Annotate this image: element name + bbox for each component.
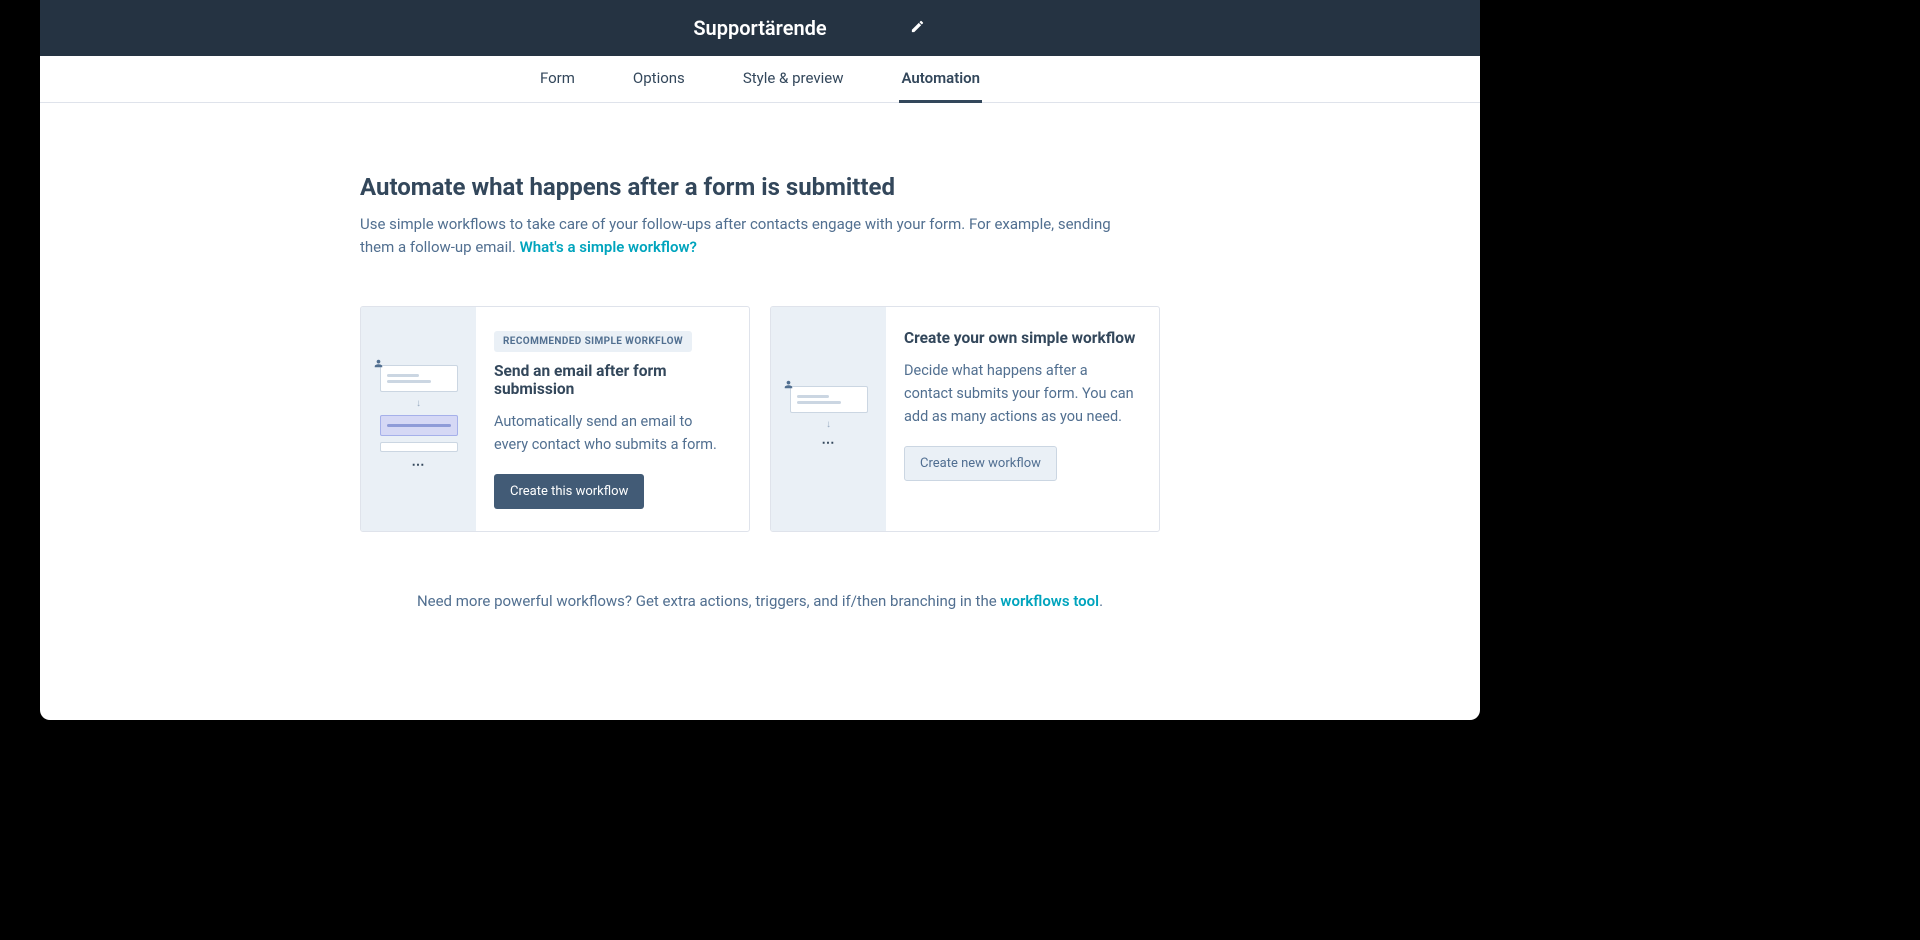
recommended-badge: RECOMMENDED SIMPLE WORKFLOW — [494, 331, 692, 352]
card-description: Decide what happens after a contact subm… — [904, 359, 1139, 429]
tab-form[interactable]: Form — [538, 56, 577, 103]
card-title: Send an email after form submission — [494, 362, 729, 398]
simple-workflow-help-link[interactable]: What's a simple workflow? — [520, 238, 697, 256]
create-this-workflow-button[interactable]: Create this workflow — [494, 474, 644, 509]
content-area: Automate what happens after a form is su… — [40, 103, 1480, 650]
dots-icon: ⋯ — [412, 458, 426, 473]
tabs-bar: Form Options Style & preview Automation — [40, 56, 1480, 103]
arrow-down-icon: ↓ — [416, 398, 421, 409]
form-title: Supportärende — [693, 16, 826, 40]
card-illustration: ↓ ⋯ — [361, 307, 476, 531]
tab-options[interactable]: Options — [631, 56, 687, 103]
page-title: Automate what happens after a form is su… — [360, 173, 1160, 201]
card-title: Create your own simple workflow — [904, 329, 1139, 347]
user-icon — [374, 359, 383, 371]
card-description: Automatically send an email to every con… — [494, 410, 729, 456]
form-editor-window: Supportärende Form Options Style & previ… — [40, 0, 1480, 720]
tab-automation[interactable]: Automation — [899, 56, 982, 103]
edit-title-icon[interactable] — [910, 19, 925, 38]
card-illustration: ↓ ⋯ — [771, 307, 886, 531]
tab-style-preview[interactable]: Style & preview — [741, 56, 846, 103]
footer-text: Need more powerful workflows? Get extra … — [360, 592, 1160, 610]
card-create-own: ↓ ⋯ Create your own simple workflow Deci… — [770, 306, 1160, 532]
workflows-tool-link[interactable]: workflows tool — [1000, 592, 1099, 610]
create-new-workflow-button[interactable]: Create new workflow — [904, 446, 1057, 481]
header-bar: Supportärende — [40, 0, 1480, 56]
user-icon — [784, 380, 793, 392]
arrow-down-icon: ↓ — [826, 419, 831, 430]
footer-pre: Need more powerful workflows? Get extra … — [417, 592, 1000, 610]
card-body: RECOMMENDED SIMPLE WORKFLOW Send an emai… — [476, 307, 749, 531]
footer-post: . — [1099, 592, 1103, 610]
card-send-email: ↓ ⋯ RECOMMENDED SIMPLE WORKFLOW Send an … — [360, 306, 750, 532]
card-body: Create your own simple workflow Decide w… — [886, 307, 1159, 531]
page-subtitle: Use simple workflows to take care of you… — [360, 213, 1130, 260]
workflow-cards-row: ↓ ⋯ RECOMMENDED SIMPLE WORKFLOW Send an … — [360, 306, 1160, 532]
subtitle-text: Use simple workflows to take care of you… — [360, 215, 1111, 256]
dots-icon: ⋯ — [822, 436, 836, 451]
